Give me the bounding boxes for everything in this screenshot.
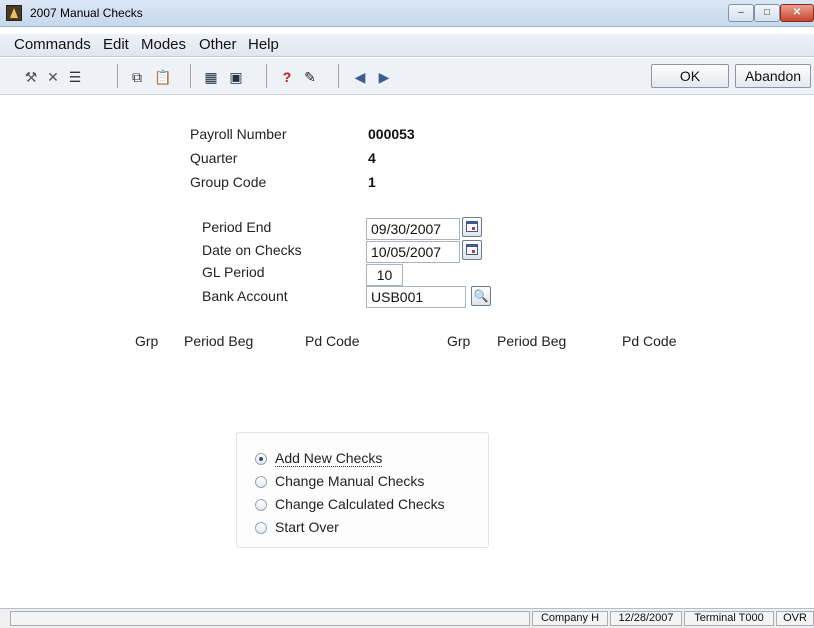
minimize-button[interactable]: – <box>728 4 754 22</box>
column-header-grp-2: Grp <box>447 333 471 349</box>
date-on-checks-label: Date on Checks <box>202 242 302 258</box>
option-label: Start Over <box>275 519 339 535</box>
radio-button-selected[interactable] <box>255 453 267 465</box>
radio-button[interactable] <box>255 476 267 488</box>
toolbar-separator <box>266 64 267 88</box>
paste-icon[interactable]: 📋 <box>154 68 172 86</box>
column-header-grp: Grp <box>135 333 159 349</box>
bank-account-field[interactable]: USB001 <box>366 286 466 308</box>
payroll-number-label: Payroll Number <box>190 126 287 142</box>
column-header-period-beg: Period Beg <box>184 333 254 349</box>
status-date: 12/28/2007 <box>610 611 682 626</box>
quarter-label: Quarter <box>190 150 238 166</box>
gl-period-label: GL Period <box>202 264 265 280</box>
radio-button[interactable] <box>255 522 267 534</box>
column-header-pd-code: Pd Code <box>305 333 360 349</box>
group-code-label: Group Code <box>190 174 267 190</box>
maximize-button[interactable]: □ <box>754 4 780 22</box>
gl-period-field[interactable]: 10 <box>366 264 403 286</box>
tools-icon[interactable]: ⚒ <box>22 68 40 86</box>
status-company: Company H <box>532 611 608 626</box>
status-message <box>10 611 530 626</box>
help-icon[interactable]: ? <box>278 68 296 86</box>
calculator-icon[interactable]: ▦ <box>202 68 220 86</box>
toolbar-separator <box>338 64 339 88</box>
column-header-period-beg-2: Period Beg <box>497 333 567 349</box>
payroll-number-value: 000053 <box>368 126 415 142</box>
date-on-checks-field[interactable]: 10/05/2007 <box>366 241 460 263</box>
toolbar: ⚒ ✕ ☰ ⧉ 📋 ▦ ▣ ? ✎ ◀ ▶ OK Abandon <box>0 58 814 95</box>
period-end-label: Period End <box>202 219 272 235</box>
menu-help[interactable]: Help <box>248 36 279 53</box>
copy-icon[interactable]: ⧉ <box>128 68 146 86</box>
window-title: 2007 Manual Checks <box>30 6 143 20</box>
bank-account-label: Bank Account <box>202 288 288 304</box>
radio-button[interactable] <box>255 499 267 511</box>
toolbar-separator <box>190 64 191 88</box>
period-end-calendar-icon[interactable] <box>462 217 482 237</box>
previous-record-icon[interactable]: ◀ <box>351 68 369 86</box>
calendar-icon[interactable]: ▣ <box>227 68 245 86</box>
menu-commands[interactable]: Commands <box>14 36 91 53</box>
title-bar: 2007 Manual Checks – □ ✕ <box>0 0 814 27</box>
option-label: Change Calculated Checks <box>275 496 445 512</box>
delete-icon[interactable]: ✕ <box>44 68 62 86</box>
next-record-icon[interactable]: ▶ <box>375 68 393 86</box>
option-label: Add New Checks <box>275 450 383 467</box>
status-terminal: Terminal T000 <box>684 611 774 626</box>
app-icon <box>6 5 22 21</box>
ok-button[interactable]: OK <box>651 64 729 88</box>
menu-edit[interactable]: Edit <box>103 36 129 53</box>
close-button[interactable]: ✕ <box>780 4 814 22</box>
date-on-checks-calendar-icon[interactable] <box>462 240 482 260</box>
quarter-value: 4 <box>368 150 376 166</box>
menu-bar: Commands Edit Modes Other Help <box>0 34 814 57</box>
period-end-field[interactable]: 09/30/2007 <box>366 218 460 240</box>
abandon-button[interactable]: Abandon <box>735 64 811 88</box>
toolbar-separator <box>117 64 118 88</box>
column-header-pd-code-2: Pd Code <box>622 333 677 349</box>
notes-icon[interactable]: ✎ <box>301 68 319 86</box>
option-label: Change Manual Checks <box>275 473 425 489</box>
status-bar: Company H 12/28/2007 Terminal T000 OVR <box>0 608 814 628</box>
menu-modes[interactable]: Modes <box>141 36 186 53</box>
status-mode: OVR <box>776 611 814 626</box>
menu-other[interactable]: Other <box>199 36 237 53</box>
list-icon[interactable]: ☰ <box>66 68 84 86</box>
bank-account-lookup-icon[interactable]: 🔍 <box>471 286 491 306</box>
group-code-value: 1 <box>368 174 376 190</box>
